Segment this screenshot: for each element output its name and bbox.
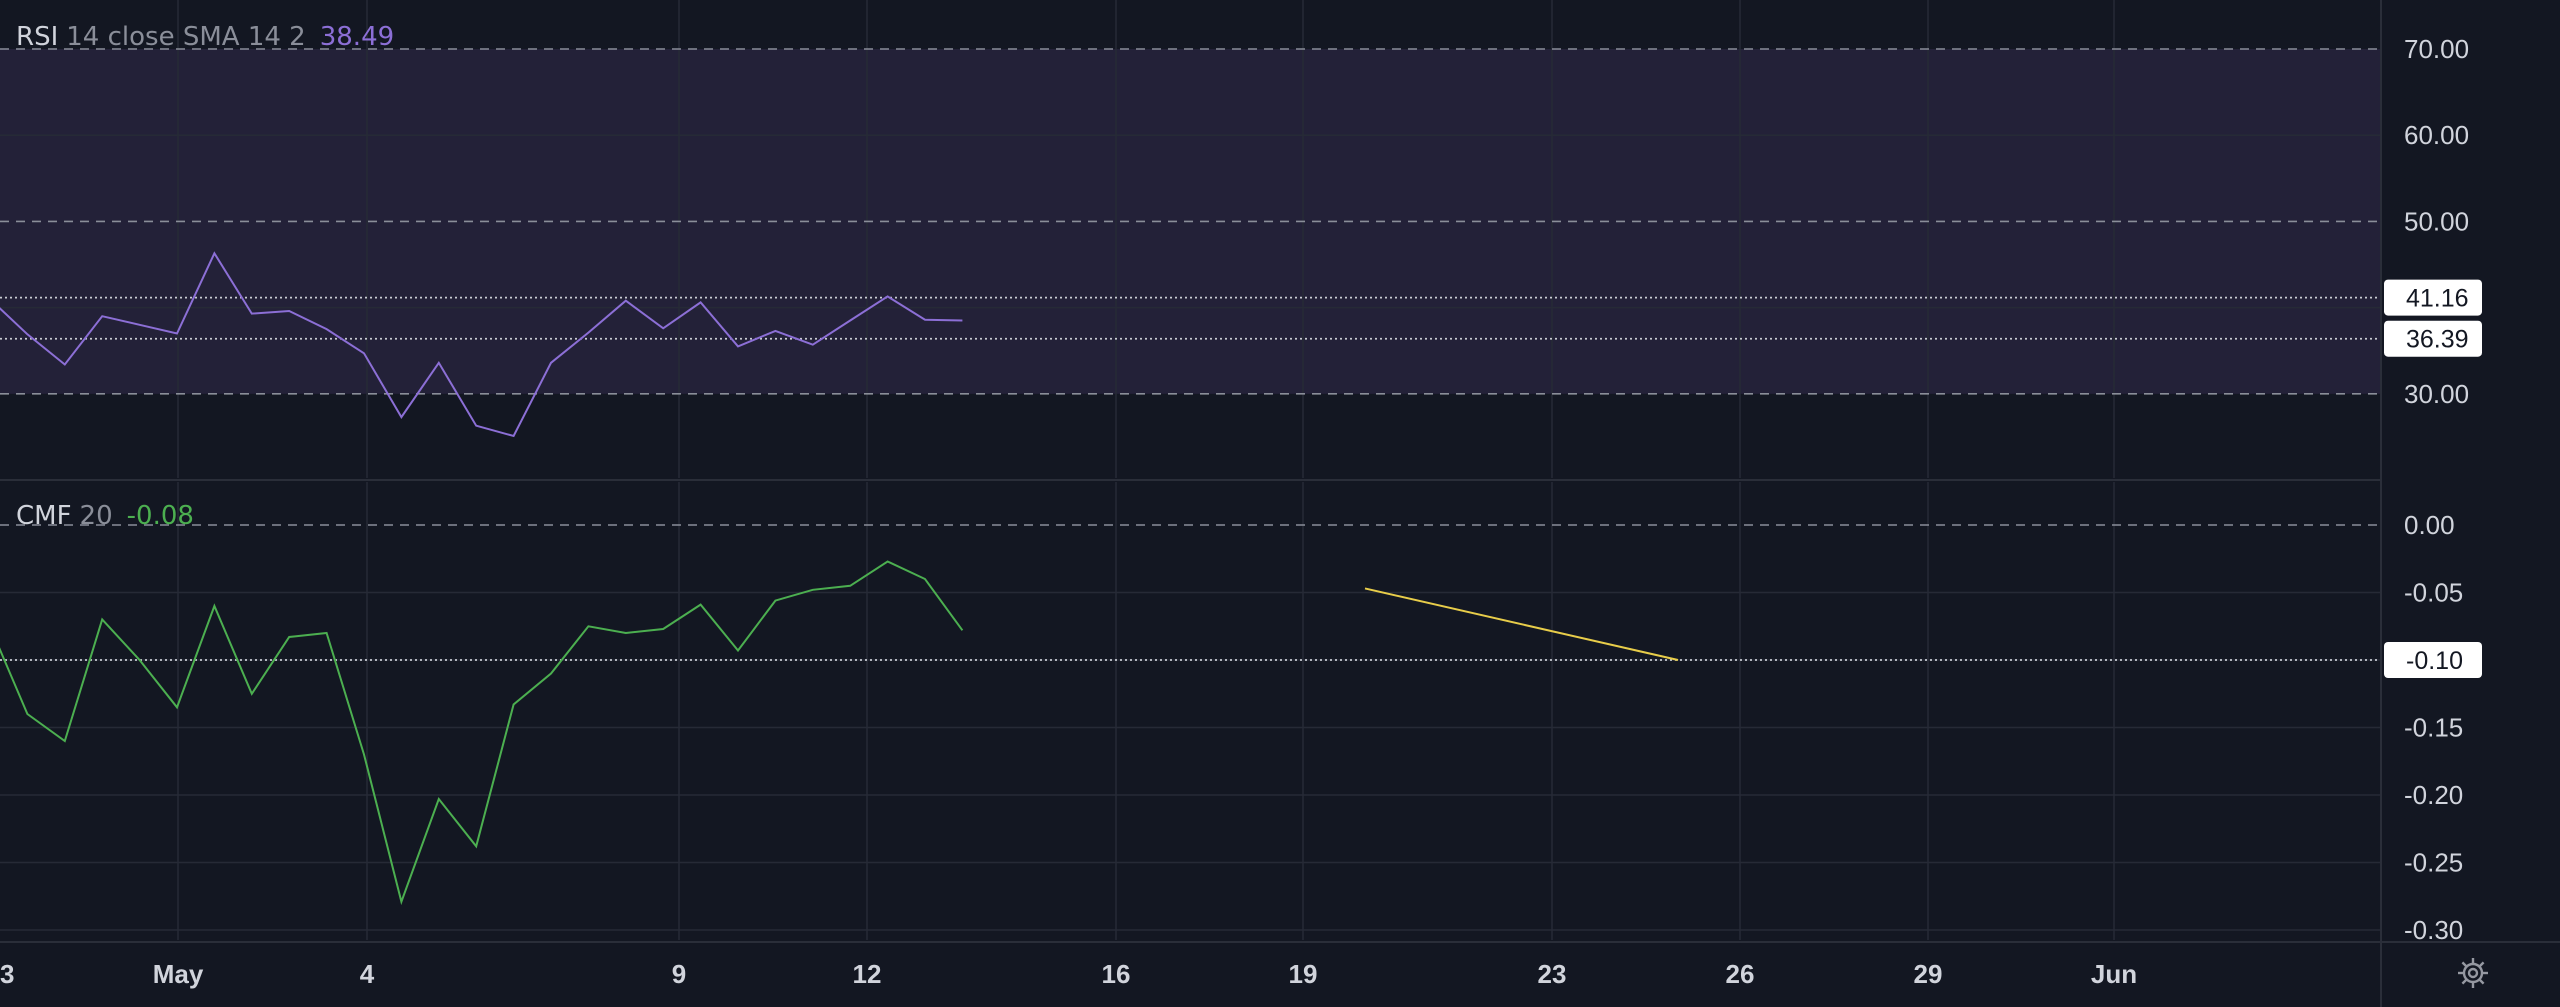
- rsi-tick-label: 60.00: [2404, 120, 2469, 150]
- cmf-tick-label: -0.25: [2404, 848, 2463, 878]
- time-axis-label: 19: [1289, 959, 1318, 989]
- time-axis-label: 16: [1102, 959, 1131, 989]
- rsi-header[interactable]: RSI 14 close SMA 14 2 38.49: [16, 22, 394, 52]
- rsi-price-label: 41.16: [2406, 285, 2469, 313]
- cmf-tick-label: 0.00: [2404, 510, 2455, 540]
- cmf-tick-label: -0.30: [2404, 915, 2463, 945]
- cmf-tick-label: -0.15: [2404, 713, 2463, 743]
- rsi-tick-label: 30.00: [2404, 379, 2469, 409]
- cmf-name: CMF: [16, 501, 72, 531]
- rsi-tick-label: 50.00: [2404, 206, 2469, 236]
- time-axis-label: May: [153, 959, 204, 989]
- cmf-header[interactable]: CMF 20 -0.08: [16, 501, 194, 531]
- cmf-tick-label: -0.20: [2404, 780, 2463, 810]
- cmf-price-label: -0.10: [2406, 647, 2463, 675]
- rsi-params: 14 close SMA 14 2: [66, 22, 305, 52]
- time-axis-label: 12: [853, 959, 882, 989]
- time-axis-label: 4: [360, 959, 375, 989]
- rsi-tick-label: 70.00: [2404, 34, 2469, 64]
- time-axis-label: 29: [1914, 959, 1943, 989]
- cmf-params: 20: [80, 501, 113, 531]
- chart-canvas[interactable]: 70.00 60.00 50.00 30.00 0.00 -0.05 -0.15 -0.20…: [0, 0, 2560, 1007]
- time-axis-label: Jun: [2091, 959, 2137, 989]
- time-axis-label: 9: [672, 959, 686, 989]
- time-axis-label: 26: [1726, 959, 1755, 989]
- cmf-tick-label: -0.05: [2404, 578, 2463, 608]
- rsi-name: RSI: [16, 22, 58, 52]
- rsi-price-label: 36.39: [2406, 326, 2469, 354]
- time-axis-label: 23: [1538, 959, 1567, 989]
- rsi-value: 38.49: [320, 22, 394, 52]
- cmf-value: -0.08: [127, 501, 194, 531]
- time-axis-label: 3: [0, 959, 14, 989]
